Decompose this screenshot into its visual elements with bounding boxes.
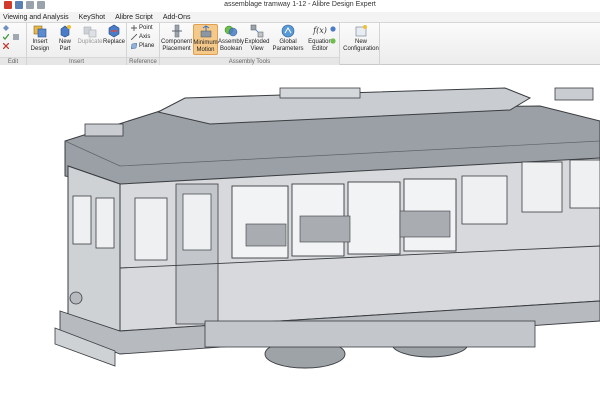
roof-sign-right [554, 87, 594, 101]
configuration-small-icon-2 [330, 38, 336, 44]
global-parameters-icon [281, 24, 295, 38]
window-title: assemblage tramway 1-12 - Alibre Design … [224, 1, 376, 8]
passenger-window-1 [231, 185, 289, 259]
ribbon-group-edit: Edit [0, 23, 27, 65]
axis-icon [131, 34, 137, 40]
ribbon-group-reference: Point Axis Plane Reference [127, 23, 160, 65]
point-button[interactable]: Point [131, 25, 153, 31]
headlight [69, 291, 83, 305]
ribbon-group-label: Assembly Tools [160, 57, 339, 65]
plane-icon [131, 43, 137, 49]
tab-add-ons[interactable]: Add-Ons [158, 14, 196, 21]
interior-seat-2 [299, 215, 351, 243]
tab-keyshot[interactable]: KeyShot [74, 14, 110, 21]
edit-tool-2[interactable] [3, 34, 9, 40]
door-window [182, 193, 212, 251]
exploded-view-button[interactable]: Exploded View [244, 24, 270, 53]
tramway-model[interactable] [0, 66, 600, 400]
front-window-left [72, 195, 92, 245]
front-panel [67, 165, 121, 332]
interior-seat-1 [245, 223, 287, 247]
edit-tool-3[interactable] [3, 43, 9, 49]
check-icon [3, 34, 9, 40]
global-parameters-button[interactable]: Global Parameters [272, 24, 304, 53]
truck-frame [204, 320, 536, 348]
ribbon-group-insert: Insert Design New Part Duplicate Replace… [27, 23, 127, 65]
ribbon-group-label: Insert [27, 57, 126, 65]
roof-sign-left [84, 123, 124, 137]
roof-vent [279, 87, 361, 99]
rear-window-1 [461, 175, 508, 225]
side-window-front [134, 197, 168, 261]
ribbon-group-configuration: New Configuration [330, 23, 380, 65]
minimum-motion-button[interactable]: Minimum Motion [193, 24, 218, 55]
replace-icon [108, 24, 120, 38]
design-viewport[interactable] [0, 66, 600, 400]
tab-alibre-script[interactable]: Alibre Script [110, 14, 158, 21]
replace-button[interactable]: Replace [102, 24, 126, 46]
configuration-tool-2[interactable] [330, 38, 336, 44]
plane-button[interactable]: Plane [131, 43, 154, 49]
title-bar: assemblage tramway 1-12 - Alibre Design … [0, 0, 600, 12]
new-configuration-icon [355, 25, 367, 37]
ribbon-group-label: Reference [127, 57, 159, 65]
move-icon [3, 25, 9, 31]
configuration-tool-1[interactable] [330, 26, 336, 32]
duplicate-icon [83, 26, 97, 38]
duplicate-button[interactable]: Duplicate [77, 24, 103, 46]
front-window-right [95, 197, 115, 249]
new-part-icon [60, 25, 71, 38]
point-icon [131, 25, 137, 31]
assembly-boolean-button[interactable]: Assembly Boolean [218, 24, 244, 53]
exploded-view-icon [250, 24, 264, 38]
ribbon-group-assembly-tools: Component Placement Minimum Motion Assem… [160, 23, 340, 65]
minimum-motion-icon [200, 25, 211, 38]
edit-tool-4[interactable] [13, 34, 19, 40]
tab-viewing-and-analysis[interactable]: Viewing and Analysis [0, 14, 74, 21]
component-placement-icon [171, 24, 182, 38]
new-configuration-button[interactable]: New Configuration [343, 24, 379, 53]
interior-seat-3 [399, 210, 451, 238]
rear-window-3 [569, 159, 600, 209]
delete-icon [3, 43, 9, 49]
insert-design-icon [33, 25, 47, 38]
menu-bar: Viewing and Analysis KeyShot Alibre Scri… [0, 12, 600, 23]
pattern-icon [13, 34, 19, 40]
configuration-small-icon [330, 26, 336, 32]
component-placement-button[interactable]: Component Placement [161, 24, 192, 53]
rear-window-2 [521, 161, 563, 213]
axis-button[interactable]: Axis [131, 34, 150, 40]
new-part-button[interactable]: New Part [57, 24, 73, 53]
passenger-window-3 [347, 181, 401, 255]
insert-design-button[interactable]: Insert Design [29, 24, 51, 53]
ribbon-group-label: Edit [0, 57, 26, 65]
function-icon: f(x) [313, 26, 327, 35]
ribbon: Edit Insert Design New Part Duplicate Re… [0, 23, 600, 65]
edit-tool-1[interactable] [3, 25, 9, 31]
assembly-boolean-icon [224, 25, 238, 37]
